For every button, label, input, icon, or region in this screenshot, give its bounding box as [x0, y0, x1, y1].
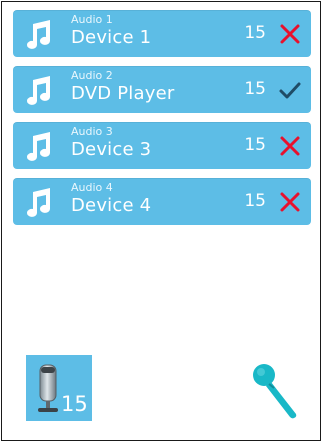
audio-device-list: Audio 1 Device 1 15 Audio 2 DVD Player 1…: [13, 10, 311, 234]
level-value: 15: [244, 79, 266, 99]
device-row-2[interactable]: Audio 2 DVD Player 15: [13, 66, 311, 113]
device-name: Device 1: [71, 27, 152, 48]
x-icon[interactable]: [278, 134, 302, 158]
microphone-icon: [249, 360, 301, 420]
channel-label: Audio 2: [71, 69, 113, 82]
microphone-button[interactable]: [249, 360, 301, 420]
music-note-icon: [23, 131, 53, 161]
device-name: Device 4: [71, 195, 152, 216]
x-icon[interactable]: [278, 22, 302, 46]
device-row-4[interactable]: Audio 4 Device 4 15: [13, 178, 311, 225]
music-note-icon: [23, 19, 53, 49]
level-value: 15: [244, 191, 266, 211]
x-icon[interactable]: [278, 190, 302, 214]
check-icon[interactable]: [278, 78, 302, 102]
channel-label: Audio 1: [71, 13, 113, 26]
level-value: 15: [244, 135, 266, 155]
channel-label: Audio 3: [71, 125, 113, 138]
device-name: Device 3: [71, 139, 152, 160]
music-note-icon: [23, 187, 53, 217]
channel-label: Audio 4: [71, 181, 113, 194]
device-row-1[interactable]: Audio 1 Device 1 15: [13, 10, 311, 57]
level-value: 15: [244, 23, 266, 43]
device-row-3[interactable]: Audio 3 Device 3 15: [13, 122, 311, 169]
mic-stand-icon: [36, 363, 60, 419]
music-note-icon: [23, 75, 53, 105]
mic-volume-button[interactable]: 15: [26, 355, 92, 421]
device-name: DVD Player: [71, 83, 175, 104]
volume-value: 15: [61, 392, 88, 416]
